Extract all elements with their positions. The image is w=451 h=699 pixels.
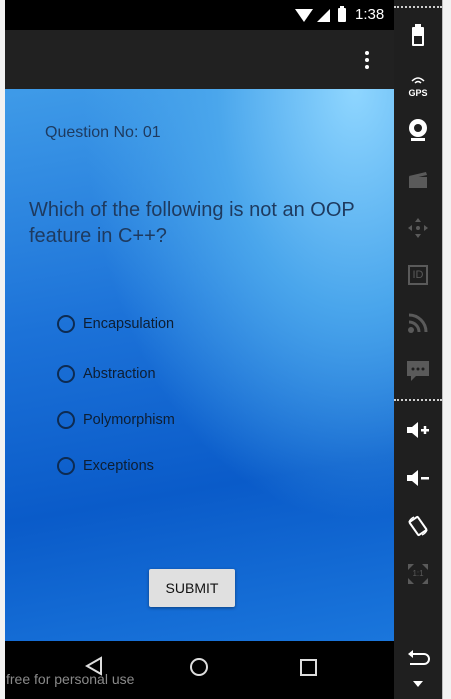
status-bar: 1:38	[5, 0, 394, 30]
dpad-icon[interactable]	[394, 208, 442, 248]
rotate-icon[interactable]	[394, 506, 442, 546]
navigation-bar	[5, 641, 394, 699]
sms-icon[interactable]	[394, 351, 442, 391]
network-icon[interactable]	[394, 303, 442, 343]
submit-button[interactable]: SUBMIT	[149, 569, 235, 607]
overflow-menu-icon[interactable]	[361, 51, 373, 71]
battery-control-icon[interactable]	[394, 15, 442, 55]
option-label: Exceptions	[83, 458, 154, 474]
device-screen: 1:38 Question No: 01 Which of the follow…	[5, 0, 394, 699]
battery-icon	[338, 6, 346, 22]
question-text: Which of the following is not an OOP fea…	[29, 199, 355, 247]
watermark-text: free for personal use	[6, 671, 135, 687]
option-encapsulation[interactable]: Encapsulation	[57, 312, 174, 336]
option-exceptions[interactable]: Exceptions	[57, 454, 154, 478]
window-right-edge	[442, 0, 451, 699]
panel-divider	[394, 399, 442, 401]
option-abstraction[interactable]: Abstraction	[57, 362, 156, 386]
gps-icon[interactable]: GPS	[394, 64, 442, 104]
wifi-icon	[295, 9, 313, 22]
panel-divider	[394, 6, 442, 8]
option-label: Encapsulation	[83, 316, 175, 332]
volume-up-icon[interactable]	[394, 410, 442, 450]
quiz-content: Question No: 01 Which of the following i…	[5, 89, 394, 641]
radio-button[interactable]	[57, 457, 75, 475]
option-polymorphism[interactable]: Polymorphism	[57, 408, 175, 432]
volume-down-icon[interactable]	[394, 458, 442, 498]
radio-button[interactable]	[57, 365, 75, 383]
scale-icon[interactable]: 1:1	[394, 554, 442, 594]
option-label: Polymorphism	[83, 412, 175, 428]
scale-label: 1:1	[412, 569, 424, 578]
emulator-side-panel: GPS ID 1:1	[394, 0, 442, 699]
home-icon[interactable]	[190, 658, 208, 676]
option-label: Abstraction	[83, 366, 156, 382]
webcam-icon[interactable]	[394, 110, 442, 150]
recent-apps-icon[interactable]	[300, 659, 317, 676]
signal-icon	[317, 9, 330, 22]
app-bar	[5, 30, 394, 89]
gps-label: GPS	[408, 88, 428, 98]
radio-button[interactable]	[57, 315, 75, 333]
screen-record-icon[interactable]	[394, 160, 442, 200]
radio-button[interactable]	[57, 411, 75, 429]
expand-panel-icon[interactable]	[394, 672, 442, 696]
device-id-icon[interactable]: ID	[394, 255, 442, 295]
question-number: Question No: 01	[45, 124, 161, 141]
status-time: 1:38	[355, 6, 385, 23]
device-id-label: ID	[408, 265, 428, 285]
